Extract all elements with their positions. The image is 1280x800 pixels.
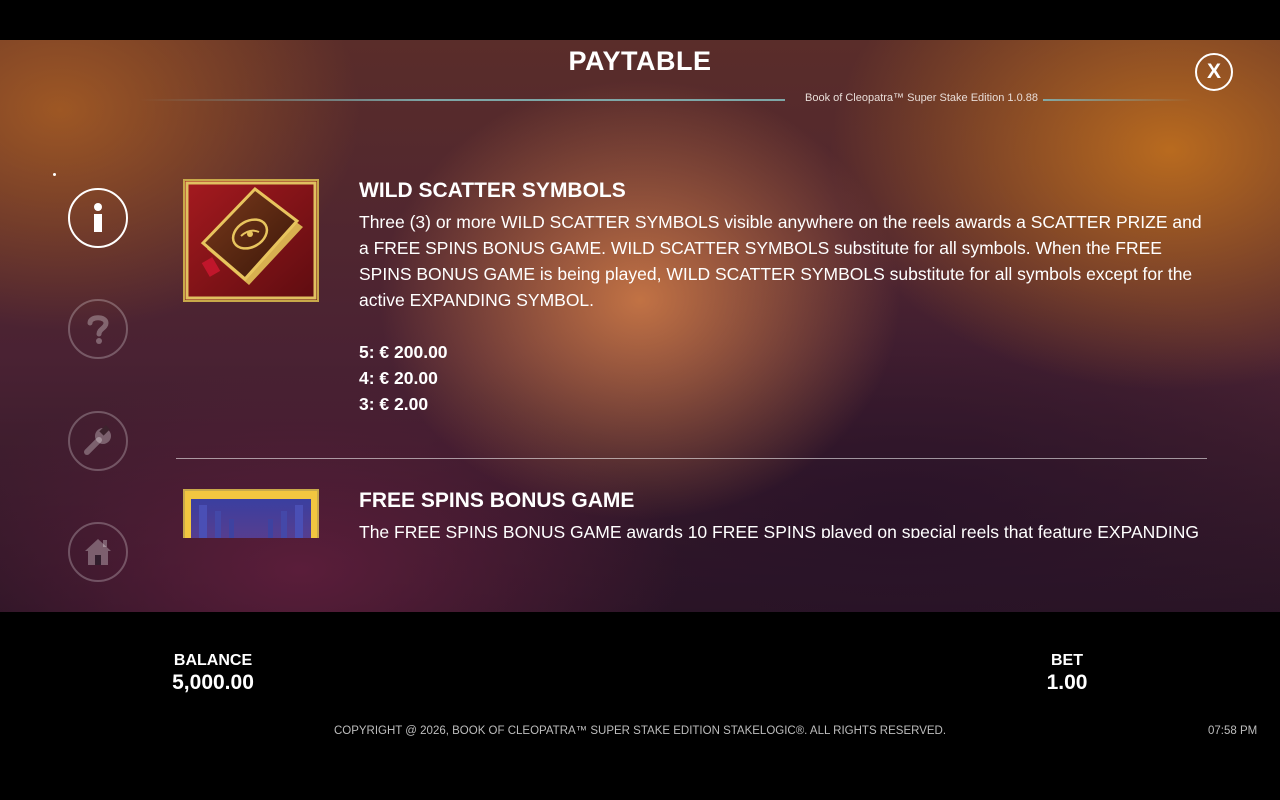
section-divider [176,458,1207,459]
section-title: FREE SPINS BONUS GAME [359,489,635,512]
wrench-icon [84,425,111,455]
book-of-cleopatra-symbol [183,179,319,302]
bet-label: BET [1051,652,1083,669]
nav-help-button[interactable] [68,299,128,359]
info-icon [94,203,102,232]
payout-3: 3: € 2.00 [359,394,429,414]
payout-list: 5: € 200.00 4: € 20.00 3: € 2.00 [359,339,448,417]
bottom-bar [0,612,1280,800]
header-divider-left [140,99,785,101]
page-title: PAYTABLE [568,46,712,76]
top-black-bar [0,0,1280,40]
active-indicator-dot [53,173,56,176]
nav-settings-button[interactable] [68,411,128,471]
nav-home-button[interactable] [68,522,128,582]
section-description: Three (3) or more WILD SCATTER SYMBOLS v… [359,212,1202,310]
nav-info-button[interactable] [68,188,128,248]
bet-value: 1.00 [1046,671,1088,694]
balance-label: BALANCE [173,652,253,669]
payout-5: 5: € 200.00 [359,342,448,362]
home-icon [85,539,111,565]
temple-corridor-image [183,489,319,538]
copyright-text: COPYRIGHT @ 2026, BOOK OF CLEOPATRA™ SUP… [333,725,947,737]
clock: 07:58 PM [1208,725,1258,737]
payout-4: 4: € 20.00 [359,368,438,388]
balance-value: 5,000.00 [172,671,254,694]
header-divider-right [1043,99,1193,101]
close-button[interactable]: X [1195,53,1233,91]
game-version: Book of Cleopatra™ Super Stake Edition 1… [805,92,1038,104]
section-title: WILD SCATTER SYMBOLS [359,179,626,202]
paytable-content[interactable]: WILD SCATTER SYMBOLS Three (3) or more W… [176,137,1216,538]
section-description: The FREE SPINS BONUS GAME awards 10 FREE… [359,522,1199,538]
question-icon [87,315,109,344]
